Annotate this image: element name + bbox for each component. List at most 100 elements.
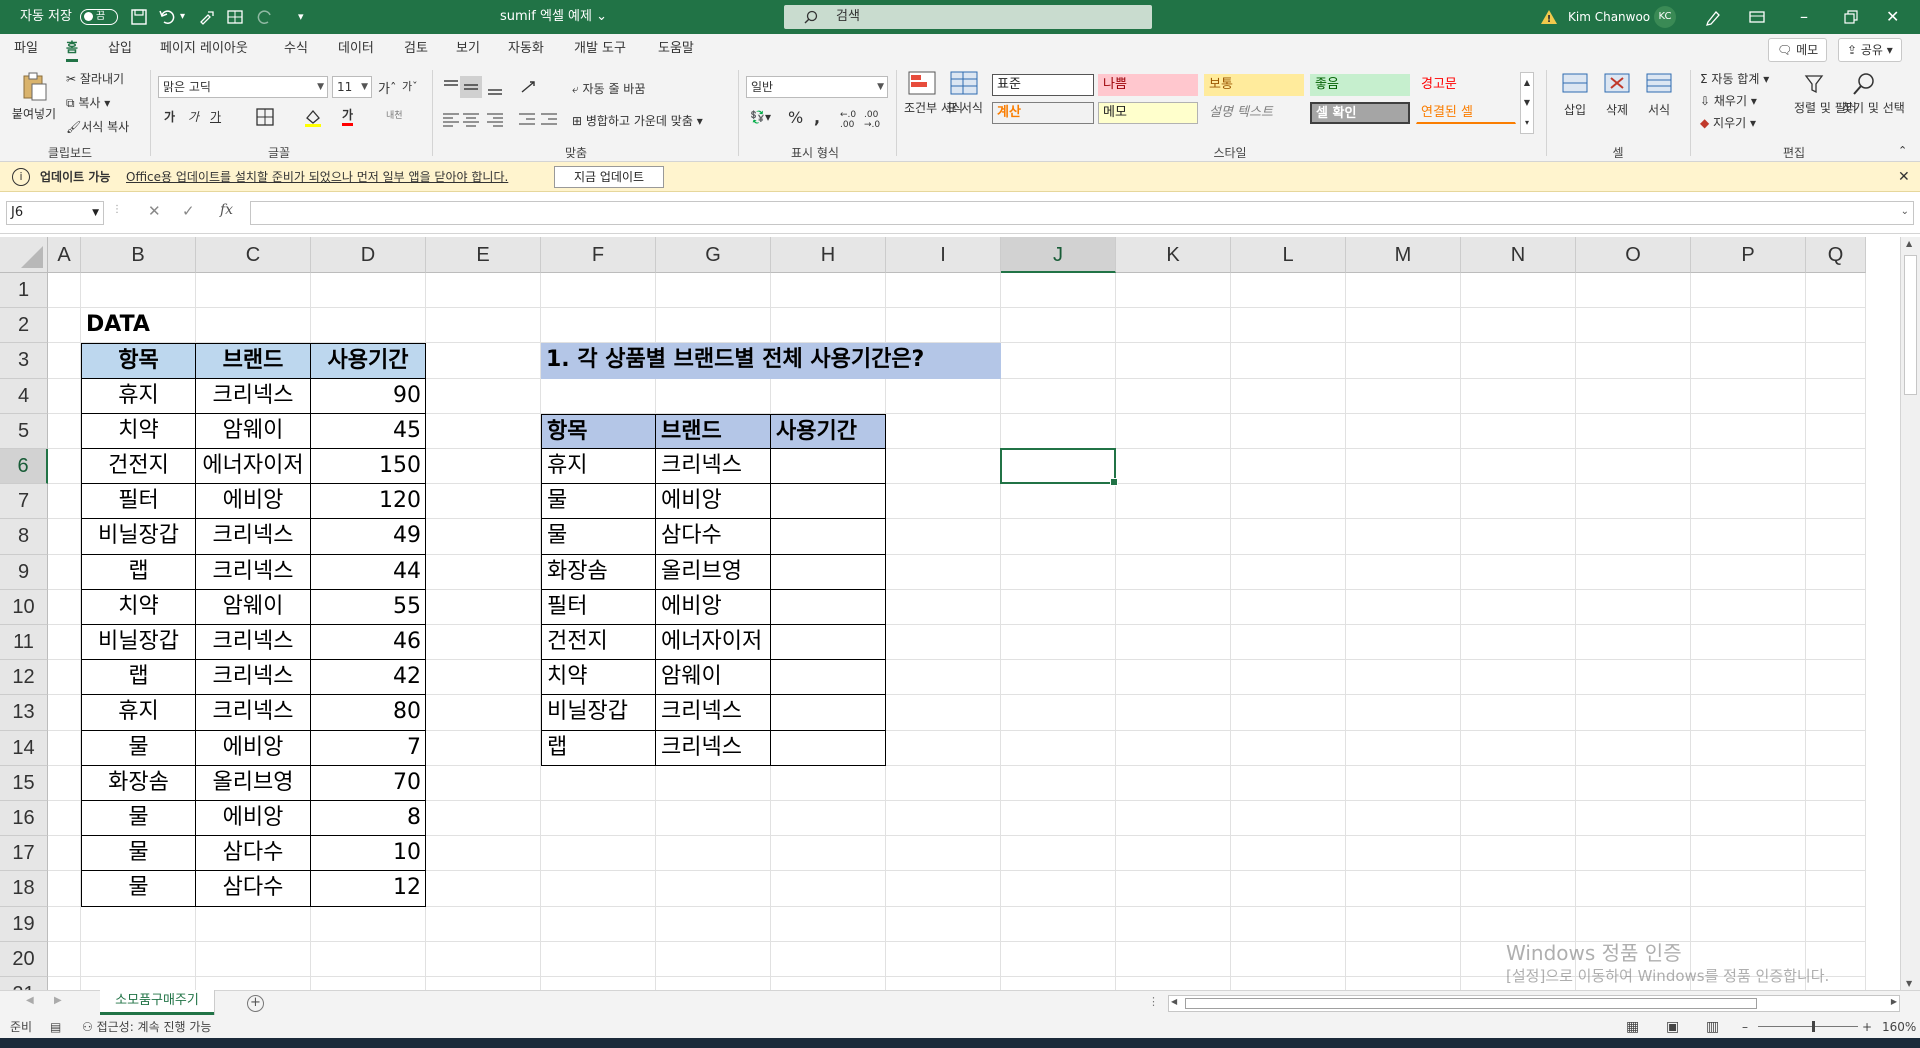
data-cell[interactable]: 에비앙 [196,730,311,766]
find-select-button[interactable]: 찾기 및 선택 [1842,70,1905,115]
data-cell[interactable]: 휴지 [81,695,196,731]
insert-function-icon[interactable]: fx [220,202,233,218]
decrease-indent-icon[interactable] [516,108,538,130]
result-header-cell[interactable]: 항목 [541,413,656,449]
column-header-c[interactable]: C [196,237,311,273]
data-cell[interactable]: 랩 [81,660,196,696]
row-header-8[interactable]: 8 [0,519,48,555]
row-header-10[interactable]: 10 [0,589,48,625]
result-cell[interactable]: 화장솜 [541,554,656,590]
style-bad[interactable]: 나쁨 [1098,74,1198,96]
data-cell[interactable]: 물 [81,801,196,837]
table-icon[interactable] [226,8,244,26]
customize-toolbar-icon[interactable]: ▾ [298,0,304,34]
style-check-cell[interactable]: 셀 확인 [1310,102,1410,124]
accounting-format-icon[interactable]: 💱▾ [750,110,771,124]
collapse-ribbon-icon[interactable]: ⌃ [1898,144,1907,157]
next-sheet-icon[interactable]: ▶ [54,995,62,1006]
data-cell[interactable]: 삼다수 [196,871,311,907]
style-good[interactable]: 좋음 [1310,74,1410,96]
row-header-15[interactable]: 15 [0,765,48,801]
scroll-right-icon[interactable]: ▶ [1891,997,1897,1006]
tab-page-layout[interactable]: 페이지 레이아웃 [160,34,248,64]
data-cell[interactable]: 랩 [81,554,196,590]
tab-help[interactable]: 도움말 [658,34,694,64]
data-cell[interactable]: 비닐장갑 [81,625,196,661]
row-header-16[interactable]: 16 [0,801,48,837]
result-cell[interactable] [771,449,886,485]
data-cell[interactable]: 크리넥스 [196,554,311,590]
data-cell[interactable]: 10 [311,836,426,872]
result-cell[interactable]: 랩 [541,730,656,766]
row-header-21[interactable]: 21 [0,977,48,990]
data-cell[interactable]: 크리넥스 [196,625,311,661]
paste-button[interactable]: 붙여넣기 [10,70,58,122]
data-cell[interactable]: 화장솜 [81,765,196,801]
column-header-e[interactable]: E [426,237,541,273]
data-cell[interactable]: 80 [311,695,426,731]
data-cell[interactable]: 에비앙 [196,484,311,520]
data-cell[interactable]: 치약 [81,589,196,625]
zoom-level[interactable]: 160% [1882,1016,1916,1038]
data-cell[interactable]: 에너자이저 [196,449,311,485]
horizontal-scrollbar[interactable]: ◀ ▶ [1168,995,1900,1012]
result-cell[interactable]: 필터 [541,589,656,625]
percent-icon[interactable]: % [788,108,803,127]
tab-developer[interactable]: 개발 도구 [574,34,626,64]
select-all-corner[interactable] [0,237,48,273]
search-input[interactable]: 검색 [784,5,1152,29]
data-cell[interactable]: 건전지 [81,449,196,485]
clear-button[interactable]: ◆ 지우기 ▾ [1700,114,1756,131]
align-center-icon[interactable] [460,108,482,130]
data-cell[interactable]: 에비앙 [196,801,311,837]
column-header-a[interactable]: A [48,237,81,273]
data-cell[interactable]: 90 [311,378,426,414]
result-cell[interactable] [771,625,886,661]
add-sheet-icon[interactable]: + [247,995,264,1012]
prev-sheet-icon[interactable]: ◀ [26,995,34,1006]
share-button[interactable]: ⇪ 공유 ▾ [1838,38,1902,62]
orientation-icon[interactable] [518,76,540,98]
data-cell[interactable]: 크리넥스 [196,660,311,696]
result-cell[interactable]: 크리넥스 [656,695,771,731]
fill-color-icon[interactable] [302,106,324,128]
italic-button[interactable]: 가 [188,108,199,125]
result-cell[interactable]: 비닐장갑 [541,695,656,731]
restore-icon[interactable] [1842,8,1860,26]
format-as-table-button[interactable]: 표 서식 [946,70,983,115]
cut-button[interactable]: ✂ 잘라내기 [66,70,124,87]
row-header-1[interactable]: 1 [0,273,48,309]
style-normal[interactable]: 표준 [992,74,1094,96]
phonetic-icon[interactable]: 내천 [386,108,403,121]
row-header-11[interactable]: 11 [0,625,48,661]
row-header-14[interactable]: 14 [0,730,48,766]
column-header-j[interactable]: J [1001,237,1116,273]
row-header-7[interactable]: 7 [0,484,48,520]
data-cell[interactable]: 45 [311,413,426,449]
row-header-4[interactable]: 4 [0,378,48,414]
result-cell[interactable]: 크리넥스 [656,730,771,766]
splitter-icon[interactable]: ⋮ [112,204,122,215]
scroll-left-icon[interactable]: ◀ [1171,997,1177,1006]
horizontal-scroll-thumb[interactable] [1185,998,1757,1009]
style-calculation[interactable]: 계산 [992,102,1094,124]
tab-insert[interactable]: 삽입 [108,34,132,64]
data-cell[interactable]: 물 [81,836,196,872]
data-header-cell[interactable]: 브랜드 [196,343,311,379]
data-cell[interactable]: 비닐장갑 [81,519,196,555]
align-middle-icon[interactable] [460,76,482,98]
copy-button[interactable]: ⧉ 복사 ▾ [66,94,110,111]
data-cell[interactable]: 크리넥스 [196,695,311,731]
autosum-button[interactable]: Σ 자동 합계 ▾ [1700,70,1769,87]
name-box[interactable]: J6 ▼ [6,201,104,225]
result-cell[interactable] [771,589,886,625]
cancel-icon[interactable]: ✕ [148,202,161,220]
result-cell[interactable]: 암웨이 [656,660,771,696]
zoom-in-icon[interactable]: + [1862,1016,1872,1038]
increase-indent-icon[interactable] [538,108,560,130]
conditional-format-button[interactable]: 조건부 서식 [904,70,963,115]
autosave-toggle[interactable]: 끔 [80,9,118,25]
column-header-q[interactable]: Q [1806,237,1866,273]
style-warning[interactable]: 경고문 [1416,74,1516,96]
scroll-down-icon[interactable]: ▼ [1906,979,1912,988]
